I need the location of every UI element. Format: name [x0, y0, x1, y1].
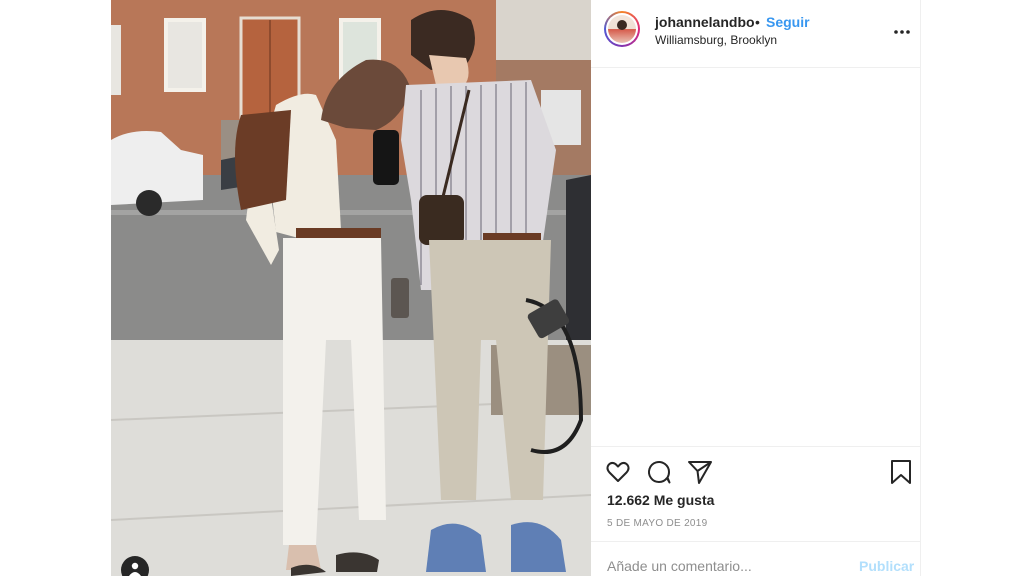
- comment-row: Publicar: [591, 541, 920, 578]
- post-header: johannelandbo • Seguir Williamsburg, Bro…: [591, 0, 920, 68]
- bookmark-icon[interactable]: [888, 459, 914, 485]
- post-side-panel: johannelandbo • Seguir Williamsburg, Bro…: [591, 0, 921, 576]
- avatar[interactable]: [604, 11, 640, 47]
- post-date: 5 DE MAYO DE 2019: [607, 518, 708, 529]
- location-link[interactable]: Williamsburg, Brooklyn: [655, 33, 777, 47]
- comment-icon[interactable]: [646, 459, 672, 485]
- couple-street-photo: [111, 0, 591, 576]
- avatar-frame: [606, 13, 638, 45]
- avatar-image: [608, 15, 636, 43]
- heart-icon[interactable]: [605, 459, 631, 485]
- post-actions: 12.662 Me gusta 5 DE MAYO DE 2019 Public…: [591, 446, 920, 577]
- post-photo[interactable]: [111, 0, 591, 576]
- publish-button[interactable]: Publicar: [859, 558, 914, 574]
- follow-button[interactable]: Seguir: [766, 14, 810, 30]
- username-link[interactable]: johannelandbo: [655, 14, 755, 30]
- paper-plane-icon[interactable]: [687, 459, 713, 485]
- comment-input[interactable]: [607, 558, 837, 574]
- separator-dot: •: [755, 14, 760, 30]
- more-options-icon[interactable]: [892, 22, 912, 42]
- user-tag-icon[interactable]: [121, 556, 149, 576]
- likes-count[interactable]: 12.662 Me gusta: [607, 492, 714, 508]
